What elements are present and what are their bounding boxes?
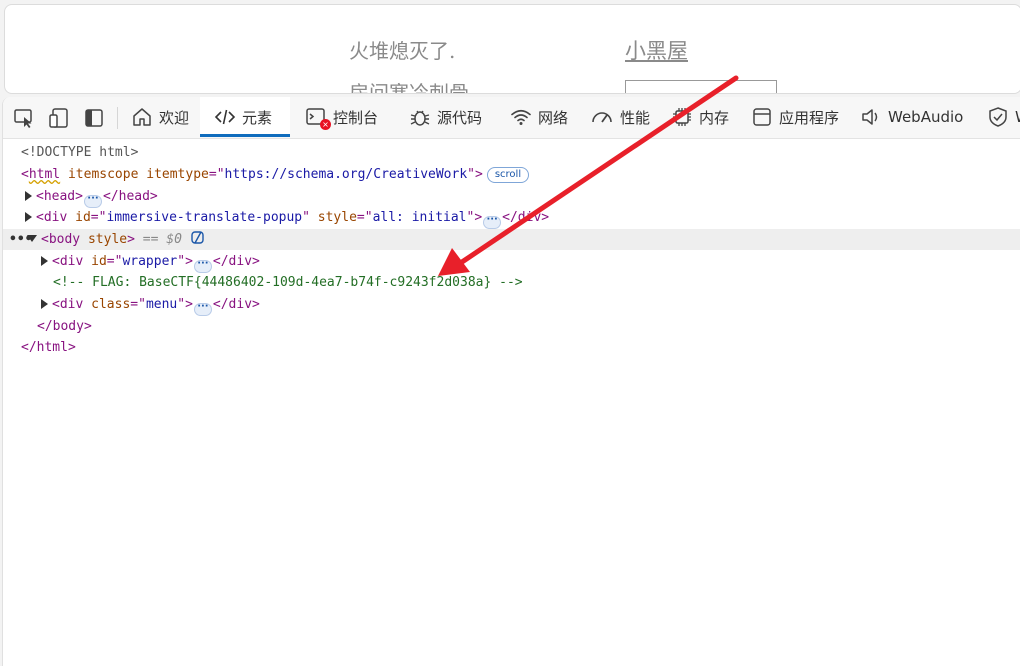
device-emulation-icon[interactable] — [48, 107, 70, 129]
dom-wrapper-div-line[interactable]: <div id="wrapper"> ··· </div> — [3, 251, 1020, 273]
speaker-icon — [862, 109, 878, 125]
scroll-badge[interactable]: scroll — [486, 167, 530, 183]
tab-application[interactable]: 应用程序 — [751, 97, 839, 137]
tab-label: WebAudio — [888, 108, 964, 126]
tab-label: 内存 — [699, 108, 730, 127]
attr-class-value: menu — [145, 297, 178, 312]
layout-badge-icon[interactable] — [190, 230, 206, 253]
toolbar-separator — [117, 107, 118, 129]
tab-welcome[interactable]: 欢迎 — [127, 97, 193, 137]
expand-arrow-icon[interactable] — [25, 212, 32, 222]
html-tag: html — [28, 167, 61, 182]
tab-label: W — [1015, 108, 1020, 126]
attr-style-value: all: initial — [372, 210, 467, 225]
head-open-tag: <head> — [36, 189, 83, 204]
attr-class: class — [91, 297, 131, 312]
dom-body-line[interactable]: ••• <body style> == $0 — [3, 229, 1020, 250]
error-badge-icon: × — [320, 119, 331, 130]
dom-html-line[interactable]: <html itemscope itemtype="https://schema… — [3, 164, 1020, 185]
page-text-room: 房间寒冷刺骨 — [349, 81, 469, 94]
dom-doctype-line[interactable]: <!DOCTYPE html> — [3, 142, 1020, 163]
tab-label: 源代码 — [437, 108, 483, 127]
more-options-icon[interactable]: ••• — [9, 229, 32, 250]
body-close-tag: </body> — [37, 319, 92, 334]
inspect-element-icon[interactable] — [13, 107, 35, 129]
tab-label: 网络 — [538, 108, 569, 127]
expand-arrow-icon[interactable] — [41, 299, 48, 309]
flag-comment: <!-- FLAG: BaseCTF{44486402-109d-4ea7-b7… — [53, 275, 523, 290]
dom-head-line[interactable]: <head> ··· </head> — [3, 186, 1020, 208]
chip-icon — [673, 108, 691, 126]
dom-comment-line[interactable]: <!-- FLAG: BaseCTF{44486402-109d-4ea7-b7… — [3, 272, 1020, 293]
attr-itemtype: itemtype — [146, 167, 209, 182]
tab-performance[interactable]: 性能 — [590, 97, 650, 137]
attr-id-value: wrapper — [122, 254, 178, 269]
html-close-tag: </html> — [21, 340, 76, 355]
tab-sources[interactable]: 源代码 — [409, 97, 482, 137]
home-icon — [133, 108, 151, 126]
tab-memory[interactable]: 内存 — [671, 97, 729, 137]
doctype-text: <!DOCTYPE html> — [21, 145, 139, 160]
expand-arrow-icon[interactable] — [25, 191, 32, 201]
tab-security[interactable]: W — [987, 97, 1020, 137]
tab-network[interactable]: 网络 — [510, 97, 568, 137]
tab-label: 欢迎 — [159, 108, 190, 127]
code-icon — [214, 109, 236, 125]
ellipsis-icon[interactable]: ··· — [193, 302, 212, 316]
head-close-tag: </head> — [102, 189, 158, 204]
app-icon — [753, 108, 771, 126]
gauge-icon — [592, 112, 612, 123]
page-link-dark-room[interactable]: 小黑屋 — [625, 35, 688, 65]
tab-elements[interactable]: 元素 — [200, 97, 290, 137]
dom-html-close-line[interactable]: </html> — [3, 337, 1020, 358]
dom-menu-div-line[interactable]: <div class="menu"> ··· </div> — [3, 294, 1020, 316]
attr-style: style — [317, 210, 357, 225]
page-text-fire: 火堆熄灭了. — [349, 39, 456, 63]
bug-icon — [410, 110, 430, 126]
attr-id: id — [75, 210, 91, 225]
devtools-panel: 欢迎 元素 × 控制台 源代码 网络 性能 内存 应用程序 WebAudio <… — [2, 97, 1020, 666]
tab-label: 控制台 — [333, 108, 379, 127]
tab-label: 应用程序 — [779, 108, 840, 127]
body-tag: body — [48, 232, 81, 247]
expand-arrow-icon[interactable] — [41, 256, 48, 266]
attr-style: style — [87, 232, 128, 247]
tab-webaudio[interactable]: WebAudio — [860, 97, 963, 137]
dom-popup-div-line[interactable]: <div id="immersive-translate-popup" styl… — [3, 207, 1020, 229]
page-preview: 火堆熄灭了. 房间寒冷刺骨 小黑屋 — [4, 4, 1020, 94]
tab-console[interactable]: × 控制台 — [305, 97, 378, 137]
page-input-box[interactable] — [625, 80, 777, 93]
dock-panel-icon[interactable] — [83, 107, 105, 129]
attr-itemscope: itemscope — [67, 167, 139, 182]
ellipsis-icon[interactable]: ··· — [483, 215, 502, 229]
tab-label: 性能 — [620, 108, 651, 127]
wifi-icon — [511, 109, 531, 125]
shield-icon — [989, 107, 1007, 127]
selected-marker: == $0 — [142, 232, 182, 247]
attr-itemtype-value: https://schema.org/CreativeWork — [224, 167, 468, 182]
tab-label: 元素 — [242, 108, 273, 127]
attr-id-value: immersive-translate-popup — [106, 210, 303, 225]
devtools-toolbar: 欢迎 元素 × 控制台 源代码 网络 性能 内存 应用程序 WebAudio — [3, 97, 1020, 139]
dom-body-close-line[interactable]: </body> — [3, 316, 1020, 337]
attr-id: id — [91, 254, 107, 269]
